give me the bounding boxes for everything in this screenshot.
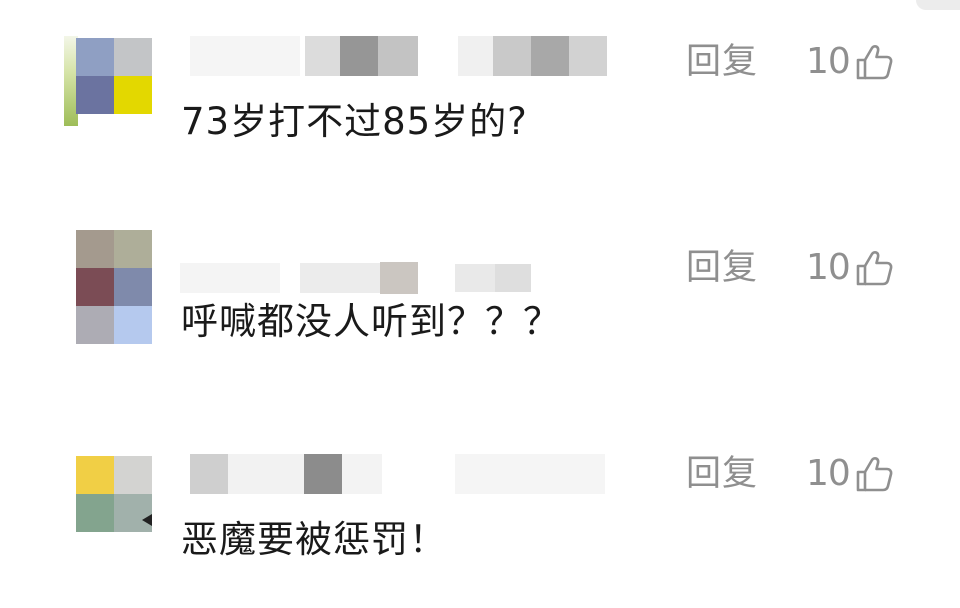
avatar-overlay-arrow-icon xyxy=(142,514,152,526)
thumbs-up-icon xyxy=(856,457,893,492)
avatar-pixel xyxy=(114,230,152,268)
like-button[interactable]: 10 xyxy=(806,40,894,84)
avatar-pixel xyxy=(114,494,152,532)
like-button[interactable]: 10 xyxy=(806,246,894,290)
avatar-pixel xyxy=(76,456,114,494)
comment-item: 呼喊都没人听到？？？ 回复 10 xyxy=(0,200,960,390)
avatar-pixel xyxy=(76,76,114,114)
avatar-pixel xyxy=(76,230,114,268)
avatar-pixel xyxy=(114,38,152,76)
comment-item: 恶魔要被惩罚！ 回复 10 xyxy=(0,418,960,608)
avatar[interactable] xyxy=(76,230,152,344)
comment-text: 恶魔要被惩罚！ xyxy=(181,518,447,561)
comment-item: 73岁打不过85岁的? 回复 10 xyxy=(0,0,960,190)
comment-text: 呼喊都没人听到？？？ xyxy=(181,300,561,343)
thumbs-up-icon xyxy=(856,45,893,80)
avatar-pixel xyxy=(76,306,114,344)
username-blurred[interactable] xyxy=(190,454,610,494)
reply-button[interactable]: 回复 xyxy=(686,246,758,290)
thumbs-up-icon xyxy=(856,251,893,286)
avatar-pixel xyxy=(114,306,152,344)
reply-button[interactable]: 回复 xyxy=(686,40,758,84)
comment-text: 73岁打不过85岁的? xyxy=(181,100,528,143)
avatar-pixel xyxy=(114,76,152,114)
avatar-pixel xyxy=(76,38,114,76)
username-blurred[interactable] xyxy=(180,258,540,298)
avatar-pixel xyxy=(114,456,152,494)
like-count: 10 xyxy=(806,247,851,288)
like-count: 10 xyxy=(806,453,851,494)
avatar[interactable] xyxy=(76,38,152,114)
username-blurred[interactable] xyxy=(190,36,610,76)
avatar-pixel xyxy=(76,494,114,532)
like-count: 10 xyxy=(806,41,851,82)
avatar-pixel xyxy=(114,268,152,306)
avatar-pixel xyxy=(76,268,114,306)
like-button[interactable]: 10 xyxy=(806,452,894,496)
avatar[interactable] xyxy=(76,456,152,532)
reply-button[interactable]: 回复 xyxy=(686,452,758,496)
